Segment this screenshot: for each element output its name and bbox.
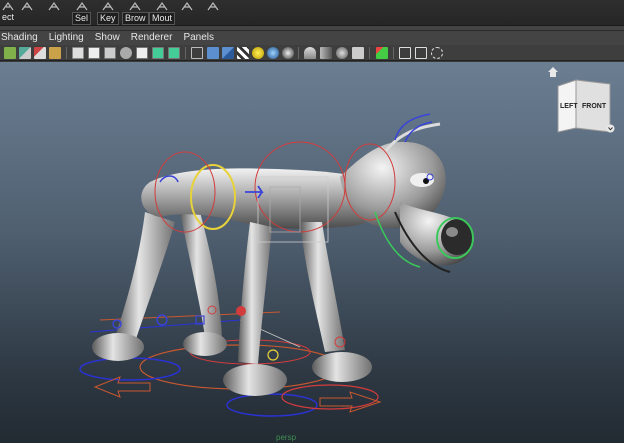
menu-renderer[interactable]: Renderer <box>130 31 178 45</box>
scene-canvas[interactable] <box>0 62 624 443</box>
grid-icon[interactable] <box>4 47 16 59</box>
panel-toolbar <box>0 45 624 61</box>
ambient-occlusion-icon[interactable] <box>282 47 294 59</box>
shelf-tool-icon <box>102 1 114 11</box>
camera-name-label: persp <box>276 433 297 442</box>
shelf-button-brow[interactable]: Brow <box>122 0 149 26</box>
textured-icon[interactable] <box>222 47 234 59</box>
select-camera-icon[interactable] <box>34 47 46 59</box>
shelf-tool-icon <box>129 1 141 11</box>
shelf-button-tool-3[interactable] <box>47 0 61 26</box>
shelf-button-select[interactable]: ect <box>0 0 16 26</box>
xray-components-icon[interactable] <box>399 47 411 59</box>
shelf-button-label: ect <box>2 12 15 22</box>
shelf-bar: ect Sel Key Brow Mout <box>0 0 624 26</box>
shelf-tool-icon <box>76 1 87 11</box>
joint-icon[interactable] <box>431 47 443 59</box>
menu-show[interactable]: Show <box>94 31 125 45</box>
text-icon[interactable] <box>152 47 164 59</box>
resolution-gate-icon[interactable] <box>104 47 116 59</box>
shelf-button-tool-8[interactable] <box>180 0 194 26</box>
menu-panels[interactable]: Panels <box>182 31 219 45</box>
field-chart-icon[interactable] <box>136 47 148 59</box>
toolbar-separator <box>66 47 67 59</box>
view-cube-front-label: FRONT <box>582 103 607 110</box>
menu-lighting[interactable]: Lighting <box>48 31 89 45</box>
xray-joints-icon[interactable] <box>376 47 388 59</box>
shelf-button-tool-2[interactable] <box>20 0 34 26</box>
shelf-button-tool-9[interactable] <box>206 0 220 26</box>
shelf-button-label: Key <box>97 12 119 25</box>
motion-blur-icon[interactable] <box>304 47 316 59</box>
film-gate-icon[interactable] <box>88 47 100 59</box>
dog-head[interactable] <box>340 122 473 273</box>
shelf-button-label: Brow <box>122 12 149 25</box>
smooth-shade-icon[interactable] <box>207 47 219 59</box>
checker-icon[interactable] <box>237 47 249 59</box>
safe-action-icon[interactable] <box>120 47 132 59</box>
toolbar-separator <box>369 47 370 59</box>
wireframe-cube-icon[interactable] <box>191 47 203 59</box>
menu-shading[interactable]: Shading <box>0 31 43 45</box>
view-cube-menu-icon[interactable] <box>606 124 615 133</box>
camera-icon[interactable] <box>19 47 31 59</box>
dog-back-legs[interactable] <box>92 212 227 361</box>
toolbar-separator <box>298 47 299 59</box>
shadows-icon[interactable] <box>267 47 279 59</box>
view-cube-left-label: LEFT <box>560 103 578 110</box>
wireframe-icon[interactable] <box>72 47 84 59</box>
shelf-tool-icon <box>181 1 193 11</box>
anti-alias-icon[interactable] <box>320 47 332 59</box>
shelf-button-mout[interactable]: Mout <box>149 0 176 26</box>
image-plane-icon[interactable] <box>415 47 427 59</box>
shelf-button-label: Mout <box>149 12 176 25</box>
toolbar-separator <box>393 47 394 59</box>
shelf-tool-icon <box>48 1 60 11</box>
isolate-select-icon[interactable] <box>352 47 364 59</box>
depth-of-field-icon[interactable] <box>336 47 348 59</box>
shelf-tool-icon <box>21 1 33 11</box>
shelf-button-key[interactable]: Key <box>97 0 119 26</box>
toolbar-separator <box>185 47 186 59</box>
shelf-button-sel[interactable]: Sel <box>72 0 92 26</box>
lights-icon[interactable] <box>252 47 264 59</box>
lock-icon[interactable] <box>49 47 61 59</box>
shelf-button-label: Sel <box>72 12 92 25</box>
shelf-tool-icon <box>156 1 168 11</box>
shelf-tool-icon <box>207 1 219 11</box>
xray-icon[interactable] <box>168 47 180 59</box>
shelf-tool-icon <box>2 1 14 11</box>
panel-menubar: Shading Lighting Show Renderer Panels <box>0 31 624 45</box>
perspective-viewport[interactable]: LEFT FRONT persp <box>0 62 624 443</box>
